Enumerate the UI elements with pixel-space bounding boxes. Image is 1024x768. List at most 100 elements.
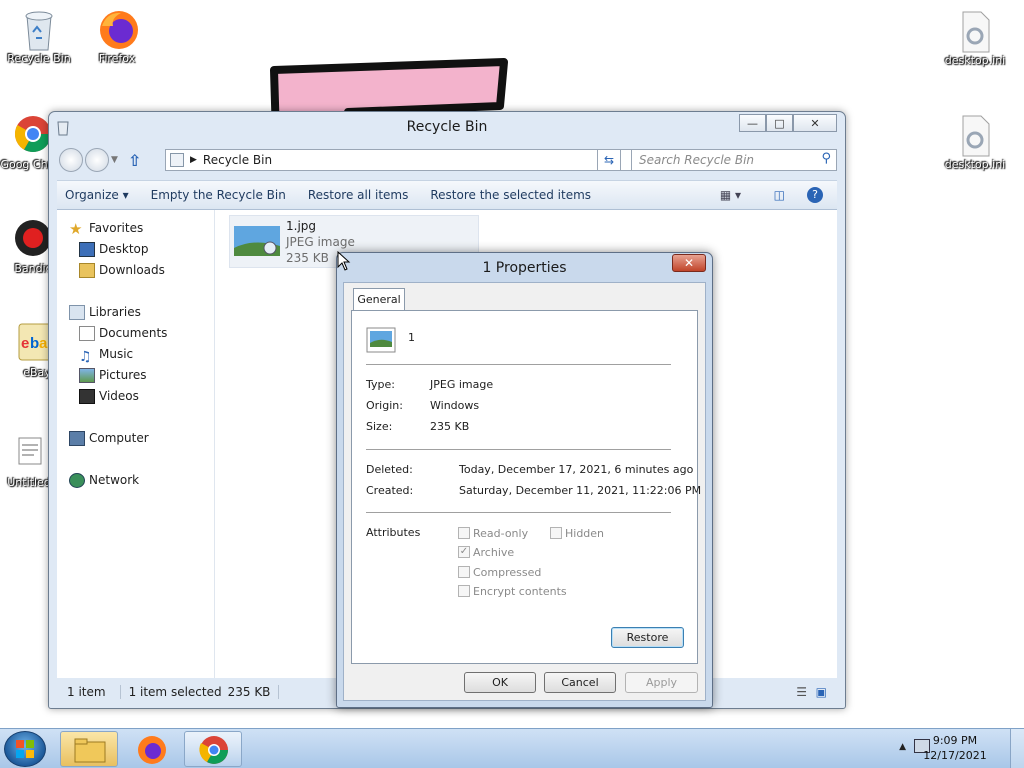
compressed-checkbox[interactable] bbox=[458, 566, 470, 578]
maximize-button[interactable]: □ bbox=[766, 114, 793, 132]
up-arrow-icon[interactable]: ⇧ bbox=[128, 151, 141, 170]
taskbar-explorer[interactable] bbox=[60, 731, 118, 767]
nav-network[interactable]: Network bbox=[57, 470, 214, 491]
item-name: 1 bbox=[408, 331, 415, 344]
svg-text:e: e bbox=[21, 335, 29, 352]
hidden-checkbox[interactable] bbox=[550, 527, 562, 539]
size-value: 235 KB bbox=[430, 420, 470, 433]
nav-documents[interactable]: Documents bbox=[57, 323, 214, 344]
tray-expand-icon[interactable]: ▲ bbox=[899, 742, 906, 752]
desktop-icon-desktop-ini-2[interactable]: desktop.ini bbox=[938, 114, 1012, 171]
file-type: JPEG image bbox=[286, 235, 355, 249]
svg-text:a: a bbox=[39, 335, 48, 352]
encrypt-checkbox[interactable] bbox=[458, 585, 470, 597]
address-bar[interactable]: ▶ Recycle Bin ▼ bbox=[165, 149, 645, 171]
search-icon[interactable]: ⚲ bbox=[821, 151, 831, 166]
jpeg-file-icon bbox=[366, 327, 396, 353]
nav-downloads[interactable]: Downloads bbox=[57, 260, 214, 281]
star-icon: ★ bbox=[69, 220, 83, 238]
desktop-icon-recycle-bin[interactable]: Recycle Bin bbox=[2, 8, 76, 65]
apply-button[interactable]: Apply bbox=[625, 672, 698, 693]
show-desktop-button[interactable] bbox=[1010, 729, 1024, 768]
attributes-label: Attributes bbox=[366, 526, 421, 539]
archive-checkbox[interactable]: ✓ bbox=[458, 546, 470, 558]
desktop-icon-desktop-ini-1[interactable]: desktop.ini bbox=[938, 10, 1012, 67]
bandicam-icon bbox=[13, 218, 53, 258]
minimize-button[interactable]: — bbox=[739, 114, 766, 132]
details-view-icon[interactable]: ☰ bbox=[796, 685, 807, 699]
settings-file-icon bbox=[955, 10, 995, 53]
organize-menu[interactable]: Organize ▾ bbox=[57, 188, 137, 202]
close-icon: ✕ bbox=[683, 256, 695, 270]
recycle-bin-icon bbox=[19, 8, 59, 51]
window-title: Recycle Bin bbox=[406, 119, 488, 135]
restore-button[interactable]: Restore bbox=[611, 627, 684, 648]
jpeg-thumbnail-icon bbox=[234, 226, 280, 256]
computer-icon bbox=[69, 431, 85, 446]
windows-logo-icon bbox=[16, 740, 34, 758]
nav-videos[interactable]: Videos bbox=[57, 386, 214, 407]
status-selected: 1 item selected bbox=[119, 685, 222, 699]
refresh-button[interactable]: ⇆ bbox=[597, 149, 621, 171]
deleted-label: Deleted: bbox=[366, 463, 413, 476]
dialog-close-button[interactable]: ✕ bbox=[672, 254, 706, 272]
desktop-icon bbox=[79, 242, 95, 257]
preview-pane-icon[interactable]: ◫ bbox=[774, 188, 785, 202]
desktop-icon-firefox[interactable]: Firefox bbox=[80, 8, 154, 65]
readonly-label: Read-only bbox=[473, 527, 529, 540]
firefox-icon bbox=[138, 736, 166, 764]
nav-music[interactable]: ♫ Music bbox=[57, 344, 214, 365]
chrome-icon bbox=[199, 736, 228, 764]
nav-favorites[interactable]: ★ Favorites bbox=[57, 218, 214, 239]
clock-time: 9:09 PM bbox=[932, 734, 978, 747]
clock[interactable]: 9:09 PM 12/17/2021 bbox=[914, 733, 996, 763]
restore-selected-button[interactable]: Restore the selected items bbox=[422, 188, 599, 202]
origin-value: Windows bbox=[430, 399, 480, 412]
breadcrumb[interactable]: Recycle Bin bbox=[203, 153, 272, 167]
nav-computer[interactable]: Computer bbox=[57, 428, 214, 449]
search-input[interactable]: Search Recycle Bin bbox=[631, 149, 837, 171]
nav-libraries[interactable]: Libraries bbox=[57, 302, 214, 323]
readonly-checkbox[interactable] bbox=[458, 527, 470, 539]
navigation-pane: ★ Favorites Desktop Downloads Libraries … bbox=[57, 210, 215, 678]
help-icon[interactable]: ? bbox=[807, 187, 823, 203]
separator bbox=[366, 449, 671, 450]
close-button[interactable]: ✕ bbox=[793, 114, 837, 132]
refresh-icon: ⇆ bbox=[603, 153, 615, 167]
forward-button[interactable] bbox=[85, 148, 109, 172]
libraries-icon bbox=[69, 305, 85, 320]
minimize-icon: — bbox=[747, 116, 758, 130]
nav-desktop[interactable]: Desktop bbox=[57, 239, 214, 260]
recent-pages-chevron-icon[interactable]: ▼ bbox=[111, 155, 118, 165]
tab-general[interactable]: General bbox=[353, 288, 405, 311]
svg-text:b: b bbox=[30, 335, 39, 352]
deleted-value: Today, December 17, 2021, 6 minutes ago bbox=[459, 463, 694, 476]
restore-all-button[interactable]: Restore all items bbox=[300, 188, 417, 202]
network-icon bbox=[69, 473, 85, 488]
command-bar: Organize ▾ Empty the Recycle Bin Restore… bbox=[57, 180, 837, 210]
nav-pictures[interactable]: Pictures bbox=[57, 365, 214, 386]
documents-icon bbox=[79, 326, 95, 341]
start-button[interactable] bbox=[4, 731, 46, 767]
mouse-cursor-icon bbox=[337, 251, 351, 271]
breadcrumb-arrow-icon[interactable]: ▶ bbox=[190, 155, 197, 165]
close-icon: ✕ bbox=[810, 116, 820, 130]
large-icons-view-icon[interactable]: ▣ bbox=[816, 685, 827, 699]
back-button[interactable] bbox=[59, 148, 83, 172]
empty-recycle-bin-button[interactable]: Empty the Recycle Bin bbox=[143, 188, 294, 202]
taskbar-firefox[interactable] bbox=[122, 731, 180, 767]
address-row: ▼ ⇧ ▶ Recycle Bin ▼ ⇆ Search Recycle Bin… bbox=[59, 148, 837, 172]
size-label: Size: bbox=[366, 420, 393, 433]
hidden-label: Hidden bbox=[565, 527, 605, 540]
status-size: 235 KB bbox=[228, 685, 280, 699]
archive-label: Archive bbox=[473, 546, 515, 559]
videos-icon bbox=[79, 389, 95, 404]
taskbar-chrome[interactable] bbox=[184, 731, 242, 767]
desktop-icon-label: Firefox bbox=[98, 52, 136, 65]
cancel-button[interactable]: Cancel bbox=[544, 672, 616, 693]
folder-icon bbox=[74, 738, 106, 763]
origin-label: Origin: bbox=[366, 399, 403, 412]
desktop-icon-label: Recycle Bin bbox=[7, 52, 71, 65]
ok-button[interactable]: OK bbox=[464, 672, 536, 693]
view-options-icon[interactable]: ▦ ▾ bbox=[720, 188, 741, 202]
